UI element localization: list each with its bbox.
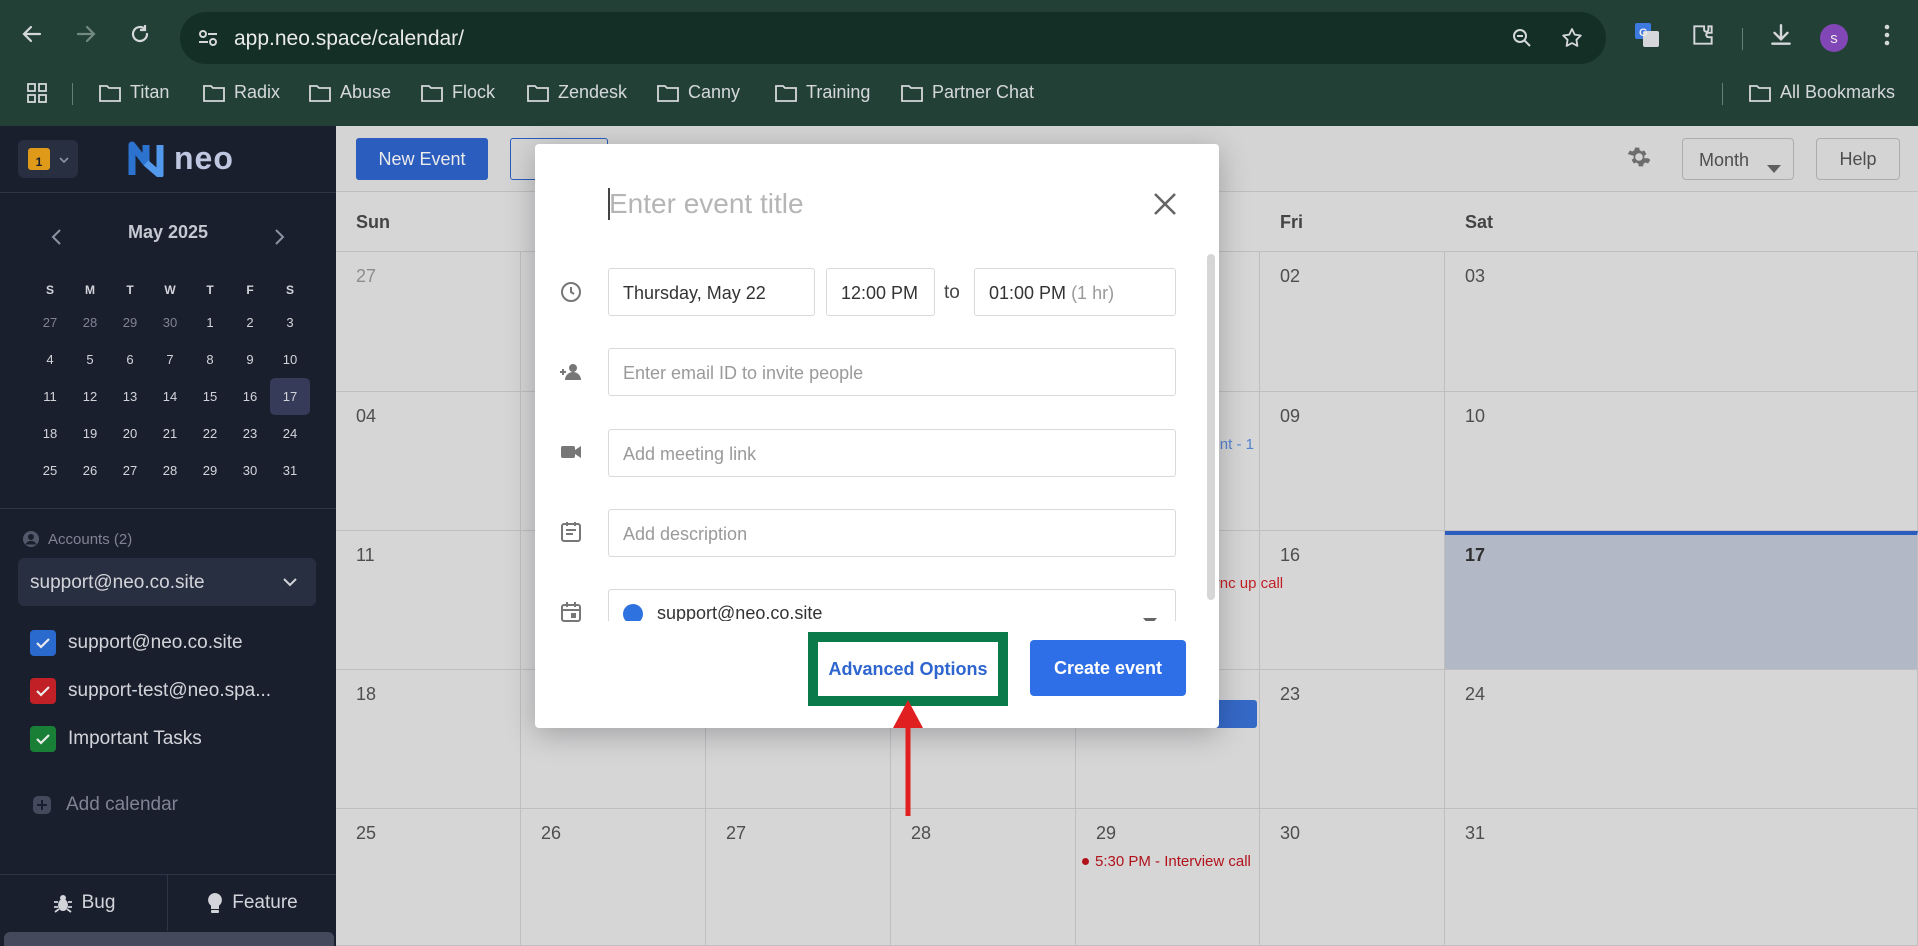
description-input[interactable]: Add description bbox=[608, 509, 1176, 557]
meeting-link-input[interactable]: Add meeting link bbox=[608, 429, 1176, 477]
calendar-color-dot bbox=[623, 604, 643, 621]
clock-icon bbox=[557, 278, 585, 306]
annotation-arrow-icon bbox=[893, 700, 923, 816]
close-icon[interactable] bbox=[1145, 184, 1185, 224]
event-title-input[interactable] bbox=[609, 184, 1089, 224]
invite-people-input[interactable]: Enter email ID to invite people bbox=[608, 348, 1176, 396]
description-icon bbox=[557, 518, 585, 546]
caret-down-icon bbox=[1143, 610, 1157, 621]
video-camera-icon bbox=[557, 438, 585, 466]
create-event-button[interactable]: Create event bbox=[1030, 640, 1186, 696]
start-time-field[interactable]: 12:00 PM bbox=[826, 268, 935, 316]
to-label: to bbox=[944, 282, 960, 303]
text-caret bbox=[608, 188, 610, 220]
end-time-field[interactable]: 01:00 PM (1 hr) bbox=[974, 268, 1176, 316]
calendar-select[interactable]: support@neo.co.site bbox=[608, 589, 1176, 621]
advanced-options-button[interactable]: Advanced Options bbox=[818, 642, 998, 696]
event-date-field[interactable]: Thursday, May 22 bbox=[608, 268, 815, 316]
duration-label: (1 hr) bbox=[1071, 283, 1115, 303]
calendar-icon bbox=[557, 598, 585, 626]
dialog-scrollbar[interactable] bbox=[1207, 254, 1215, 600]
advanced-options-highlight: Advanced Options bbox=[808, 632, 1008, 706]
add-person-icon bbox=[557, 358, 585, 386]
